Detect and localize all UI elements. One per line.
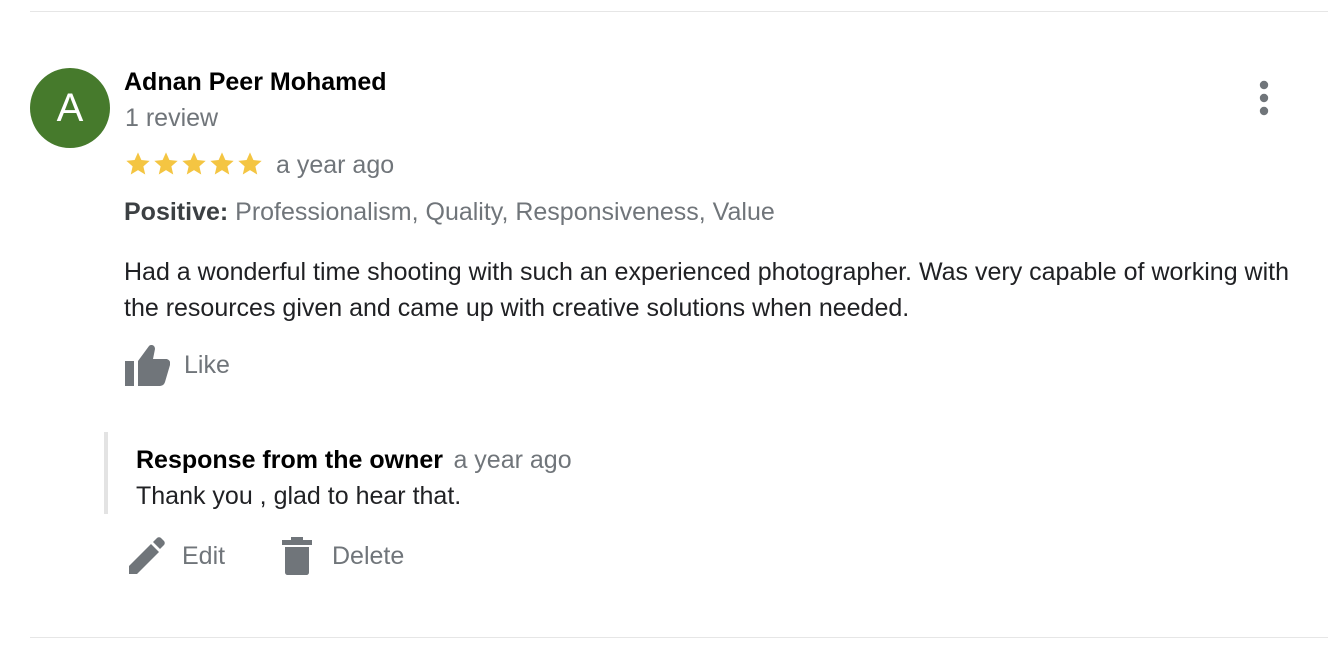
star-icon [126, 152, 150, 175]
trash-icon [282, 537, 312, 575]
positive-values: Professionalism, Quality, Responsiveness… [235, 198, 775, 226]
delete-label: Delete [332, 541, 405, 570]
owner-response-heading: Response from the owner a year ago [136, 446, 572, 475]
owner-response-time: a year ago [453, 446, 572, 474]
top-divider [30, 11, 1328, 12]
reviewer-name[interactable]: Adnan Peer Mohamed [124, 68, 387, 97]
star-icon [210, 152, 234, 175]
positive-attributes: Positive: Professionalism, Quality, Resp… [124, 198, 775, 227]
like-button[interactable]: Like [124, 343, 230, 387]
edit-button[interactable]: Edit [126, 536, 225, 576]
positive-label: Positive: [124, 198, 229, 226]
star-rating [124, 150, 264, 178]
owner-response-text: Thank you , glad to hear that. [136, 482, 462, 510]
edit-label: Edit [182, 541, 226, 570]
more-options-button[interactable] [1248, 78, 1280, 118]
more-vertical-icon [1259, 80, 1269, 116]
bottom-divider [30, 637, 1328, 638]
star-icon [182, 152, 206, 175]
avatar-initial: A [56, 85, 84, 130]
owner-response-title: Response from the owner [136, 446, 443, 474]
star-icon [154, 152, 178, 175]
review-time: a year ago [276, 151, 395, 179]
pencil-icon [129, 537, 165, 574]
star-icon [238, 152, 262, 175]
owner-response: Response from the owner a year ago Thank… [104, 432, 808, 514]
like-label: Like [184, 350, 230, 379]
delete-button[interactable]: Delete [278, 536, 404, 576]
review-count: 1 review [125, 104, 219, 132]
avatar[interactable]: A [30, 68, 110, 148]
thumb-up-icon [125, 345, 170, 386]
review-text: Had a wonderful time shooting with such … [124, 258, 1290, 322]
